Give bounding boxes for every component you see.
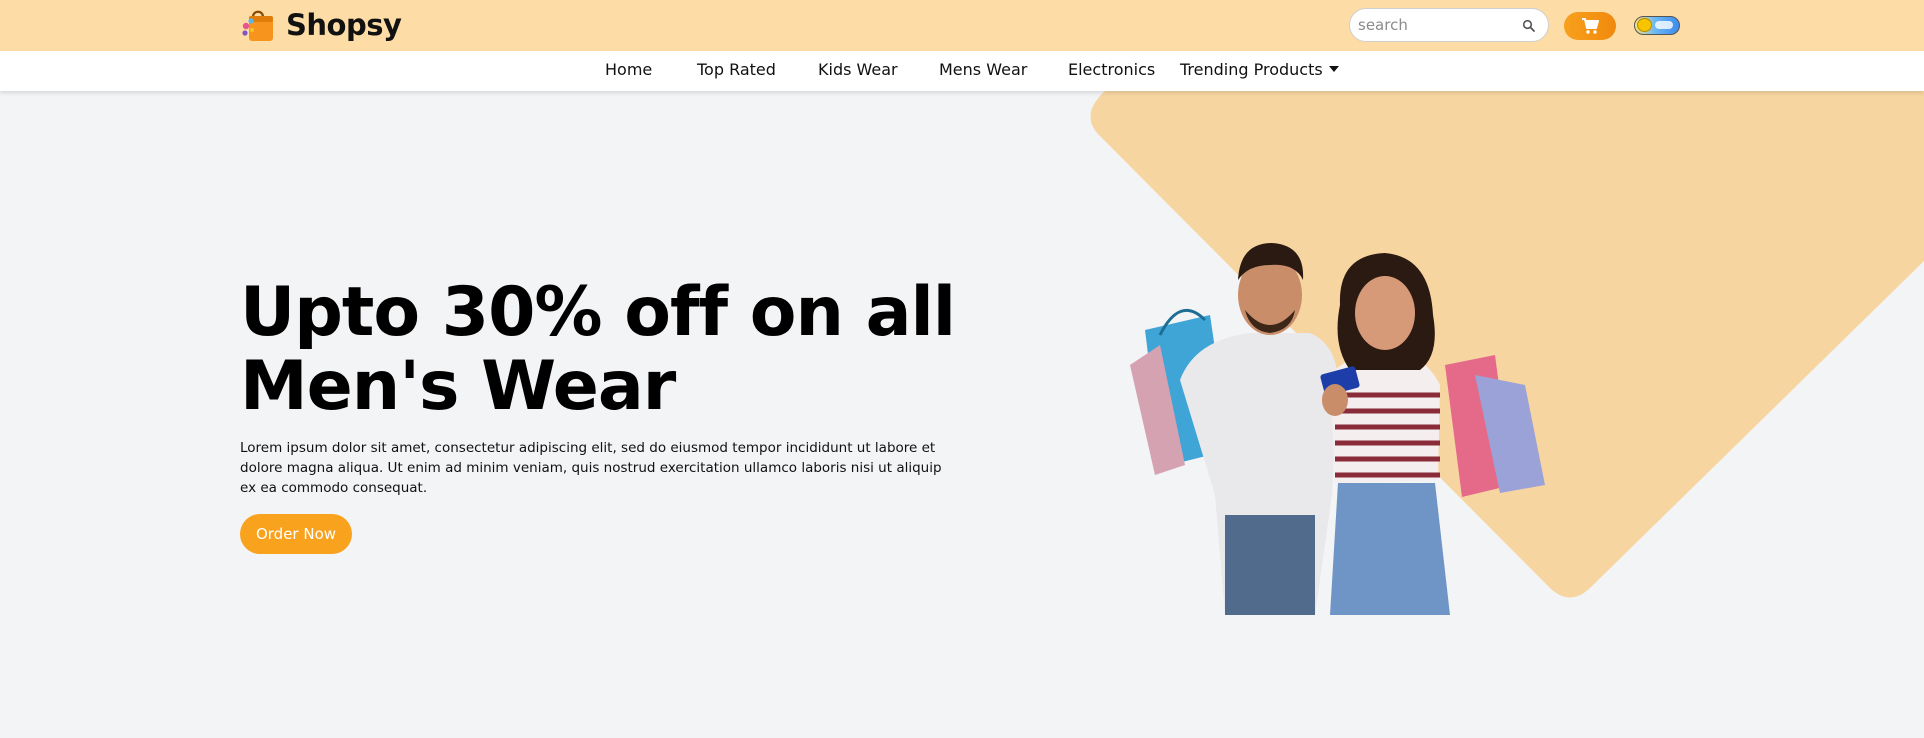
main-nav: Home Top Rated Kids Wear Mens Wear Elect… (0, 51, 1924, 91)
hero-image-couple-shopping (1130, 243, 1545, 615)
nav-item-electronics[interactable]: Electronics (1068, 60, 1155, 79)
nav-item-kids-wear[interactable]: Kids Wear (818, 60, 898, 79)
search-icon[interactable] (1522, 19, 1536, 33)
cloud-icon (1655, 21, 1673, 29)
nav-item-top-rated[interactable]: Top Rated (697, 60, 776, 79)
hero-description: Lorem ipsum dolor sit amet, consectetur … (240, 440, 942, 496)
cart-icon (1582, 18, 1599, 34)
top-header: Shopsy (0, 0, 1924, 51)
nav-item-trending-products[interactable]: Trending Products (1180, 60, 1339, 79)
nav-item-home[interactable]: Home (605, 60, 652, 79)
search-input[interactable] (1358, 15, 1508, 35)
hero-title-line2: Men's Wear (240, 347, 676, 426)
cart-button[interactable] (1564, 12, 1616, 40)
sun-icon (1637, 18, 1652, 32)
trending-products-label: Trending Products (1180, 60, 1323, 79)
hero-title-line1: Upto 30% off on all (240, 273, 956, 352)
nav-item-mens-wear[interactable]: Mens Wear (939, 60, 1027, 79)
theme-toggle-switch[interactable] (1634, 16, 1680, 35)
order-now-button[interactable]: Order Now (240, 514, 352, 554)
brand-logo-link[interactable]: Shopsy (240, 6, 402, 44)
search-box (1349, 8, 1549, 42)
brand-name: Shopsy (286, 8, 402, 42)
caret-down-icon (1328, 65, 1339, 72)
hero-title: Upto 30% off on all Men's Wear (240, 276, 1040, 424)
shopping-bag-icon (242, 10, 273, 41)
